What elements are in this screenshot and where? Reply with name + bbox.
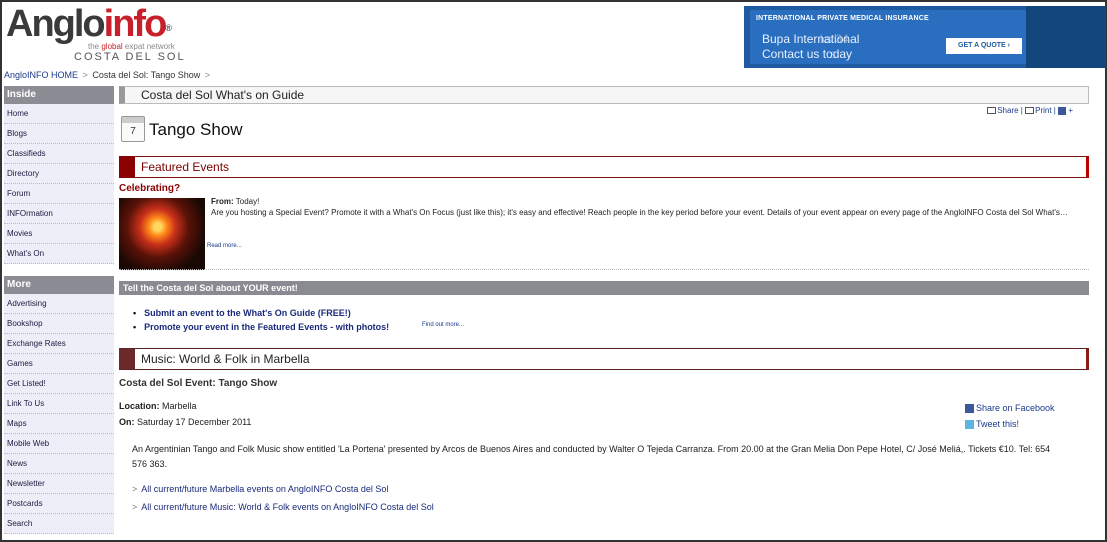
tweet-this-label: Tweet this! (976, 419, 1020, 429)
facebook-icon (965, 404, 974, 414)
get-a-quote-button[interactable]: GET A QUOTE › (946, 38, 1022, 54)
sidebar-item-search[interactable]: Search (4, 514, 114, 534)
logo-region: COSTA DEL SOL (74, 51, 186, 63)
dotted-divider (119, 269, 1089, 270)
share-links: Share on Facebook Tweet this! (965, 400, 1055, 432)
sidebar-item-home[interactable]: Home (4, 104, 114, 124)
event-heading: Costa del Sol Event: Tango Show (119, 378, 278, 389)
promote-event-link[interactable]: Promote your event in the Featured Event… (133, 320, 389, 334)
calendar-icon: 7 (121, 116, 145, 142)
sidebar-inside-list: Home Blogs Classifieds Directory Forum I… (4, 104, 114, 264)
ad-line: Contact us today (762, 47, 853, 61)
sidebar-item-games[interactable]: Games (4, 354, 114, 374)
celebrating-title[interactable]: Celebrating? (119, 183, 180, 194)
read-more-link[interactable]: Read more... (207, 243, 242, 249)
sidebar-more-list: Advertising Bookshop Exchange Rates Game… (4, 294, 114, 534)
sidebar-inside-heading: Inside (4, 86, 114, 104)
featured-events-heading: Featured Events (119, 156, 1089, 178)
twitter-icon (965, 420, 974, 430)
ad-line: Bupa International (762, 32, 860, 46)
fireworks-image[interactable] (119, 198, 205, 270)
print-link[interactable]: Print (1035, 106, 1051, 115)
sidebar-item-advertising[interactable]: Advertising (4, 294, 114, 314)
marbella-events-label: All current/future Marbella events on An… (141, 484, 389, 494)
featured-event-summary: From: Today! Are you hosting a Special E… (211, 196, 1083, 218)
sidebar-item-blogs[interactable]: Blogs (4, 124, 114, 144)
sidebar-item-news[interactable]: News (4, 454, 114, 474)
tell-about-event-heading: Tell the Costa del Sol about YOUR event! (119, 281, 1089, 295)
facebook-icon[interactable] (1058, 106, 1067, 115)
find-out-more-link[interactable]: Find out more... (422, 322, 464, 328)
breadcrumb-home-link[interactable]: AngloINFO HOME (4, 70, 78, 80)
ad-panel: INTERNATIONAL PRIVATE MEDICAL INSURANCE … (750, 10, 1026, 64)
on-label: On: (119, 417, 135, 427)
sidebar-item-classifieds[interactable]: Classifieds (4, 144, 114, 164)
featured-description: Are you hosting a Special Event? Promote… (211, 208, 1068, 217)
music-events-label: All current/future Music: World & Folk e… (141, 502, 434, 512)
share-on-facebook-link[interactable]: Share on Facebook (965, 400, 1055, 416)
whats-on-guide-heading: Costa del Sol What's on Guide (119, 86, 1089, 104)
sidebar-item-bookshop[interactable]: Bookshop (4, 314, 114, 334)
breadcrumb-separator: > (82, 70, 88, 80)
submit-event-link[interactable]: Submit an event to the What's On Guide (… (133, 306, 389, 320)
event-date: On: Saturday 17 December 2011 (119, 417, 251, 427)
ad-headline: INTERNATIONAL PRIVATE MEDICAL INSURANCE (756, 15, 929, 22)
sidebar-item-postcards[interactable]: Postcards (4, 494, 114, 514)
main-content: Costa del Sol What's on Guide Share | Pr… (119, 86, 1089, 512)
sidebar-item-maps[interactable]: Maps (4, 414, 114, 434)
tell-about-event-list: Submit an event to the What's On Guide (… (133, 306, 389, 334)
from-label: From: (211, 197, 234, 206)
sidebar-item-newsletter[interactable]: Newsletter (4, 474, 114, 494)
sidebar-more-heading: More (4, 276, 114, 294)
ad-side-panel (1026, 6, 1106, 68)
category-heading: Music: World & Folk in Marbella (119, 348, 1089, 370)
sidebar-item-forum[interactable]: Forum (4, 184, 114, 204)
music-events-link[interactable]: > All current/future Music: World & Folk … (132, 502, 434, 512)
page-tools: Share | Print | + (987, 106, 1073, 115)
share-link[interactable]: Share (997, 106, 1018, 115)
envelope-icon (987, 107, 997, 115)
on-value: Saturday 17 December 2011 (137, 417, 252, 427)
sidebar-item-movies[interactable]: Movies (4, 224, 114, 244)
more-share-plus[interactable]: + (1068, 106, 1073, 115)
marbella-events-link[interactable]: > All current/future Marbella events on A… (132, 484, 388, 494)
link-arrow: > (132, 502, 138, 512)
from-value: Today! (235, 197, 260, 206)
location-label: Location: (119, 401, 160, 411)
sidebar-item-information[interactable]: INFOrmation (4, 204, 114, 224)
location-value: Marbella (162, 401, 197, 411)
sidebar-item-exchange-rates[interactable]: Exchange Rates (4, 334, 114, 354)
sidebar-item-mobile-web[interactable]: Mobile Web (4, 434, 114, 454)
printer-icon (1025, 107, 1035, 115)
breadcrumb: AngloINFO HOME > Costa del Sol: Tango Sh… (4, 70, 212, 80)
sidebar-item-get-listed[interactable]: Get Listed! (4, 374, 114, 394)
breadcrumb-current: Costa del Sol: Tango Show (92, 70, 201, 80)
breadcrumb-separator: > (204, 70, 211, 80)
sidebar-gap (4, 264, 114, 276)
sidebar-item-link-to-us[interactable]: Link To Us (4, 394, 114, 414)
anglo-info-logo[interactable]: Angloinfo® the global expat network COST… (6, 4, 186, 64)
logo-wordmark: Angloinfo® (6, 3, 172, 45)
sidebar-item-directory[interactable]: Directory (4, 164, 114, 184)
share-on-facebook-label: Share on Facebook (976, 403, 1055, 413)
insurance-ad-banner[interactable]: INTERNATIONAL PRIVATE MEDICAL INSURANCE … (744, 6, 1106, 68)
tweet-this-link[interactable]: Tweet this! (965, 416, 1055, 432)
sidebar: Inside Home Blogs Classifieds Directory … (4, 86, 114, 534)
event-description: An Argentinian Tango and Folk Music show… (132, 444, 1051, 469)
event-location: Location: Marbella (119, 401, 197, 411)
link-arrow: > (132, 484, 138, 494)
page-title: Tango Show (149, 120, 243, 139)
sidebar-item-whats-on[interactable]: What's On (4, 244, 114, 264)
logo-tagline: the global expat network (88, 42, 175, 51)
